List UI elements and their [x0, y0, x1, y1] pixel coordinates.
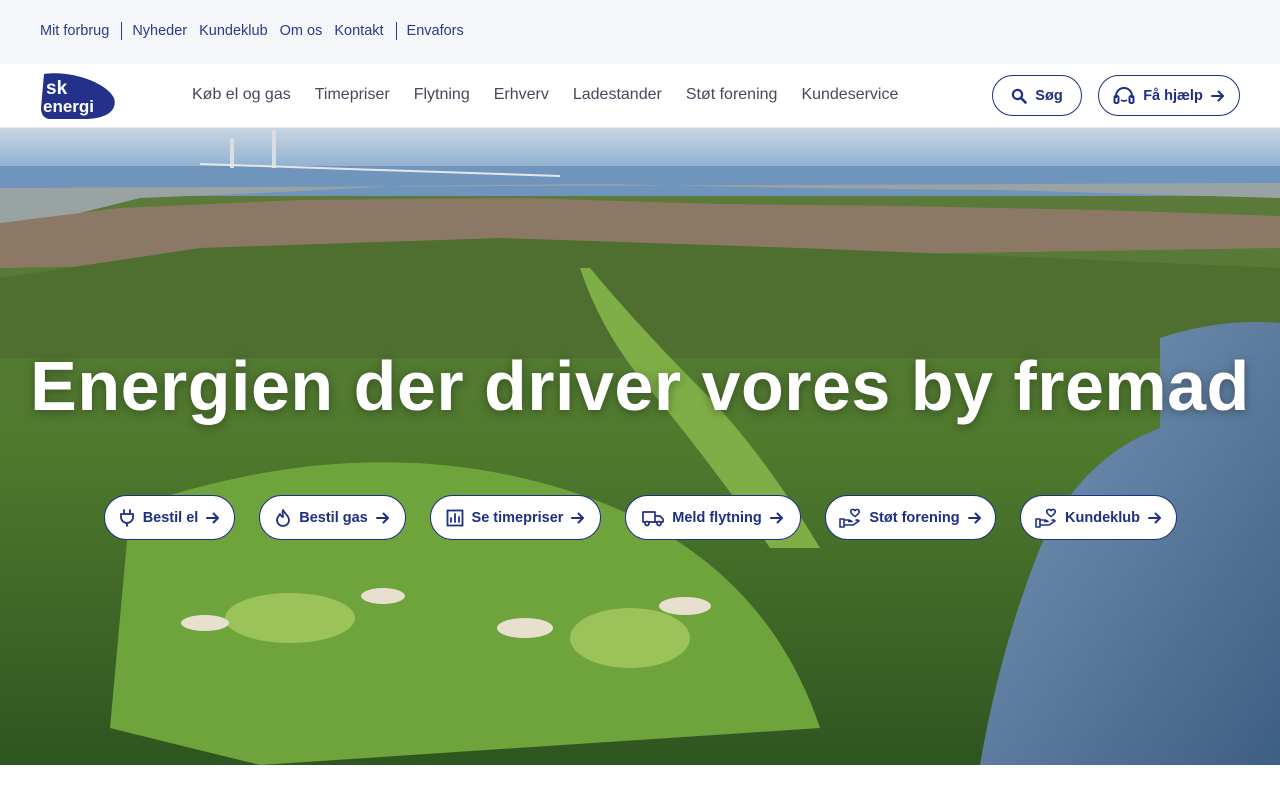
- nav-item-kundeservice[interactable]: Kundeservice: [801, 86, 898, 104]
- meld-flytning-label: Meld flytning: [672, 509, 762, 526]
- link-mit-forbrug[interactable]: Mit forbrug: [40, 23, 109, 39]
- stoet-forening-button[interactable]: Støt forening: [825, 495, 996, 540]
- link-envafors[interactable]: Envafors: [407, 23, 464, 39]
- moving-truck-icon: [642, 510, 665, 526]
- logo-line1: sk: [46, 78, 68, 99]
- kundeklub-label: Kundeklub: [1065, 509, 1140, 526]
- nav-item-koeb-el-og-gas[interactable]: Køb el og gas: [192, 86, 291, 104]
- nav-item-flytning[interactable]: Flytning: [414, 86, 470, 104]
- bestil-gas-button[interactable]: Bestil gas: [259, 495, 406, 540]
- utility-links: Mit forbrug Nyheder Kundeklub Om os Kont…: [40, 22, 476, 40]
- hero-title: Energien der driver vores by fremad: [30, 347, 1250, 425]
- search-button[interactable]: Søg: [992, 75, 1082, 116]
- link-nyheder[interactable]: Nyheder: [132, 23, 187, 39]
- search-icon: [1012, 88, 1028, 104]
- headset-icon: [1113, 86, 1135, 104]
- arrow-right-icon: [206, 512, 220, 523]
- arrow-right-icon: [1147, 512, 1161, 523]
- nav-item-timepriser[interactable]: Timepriser: [315, 86, 390, 104]
- logo-icon: sk energi: [41, 73, 115, 119]
- nav-item-stoet-forening[interactable]: Støt forening: [686, 86, 778, 104]
- logo-line2: energi: [43, 97, 94, 116]
- bar-chart-icon: [446, 509, 463, 526]
- hero-aerial-photo: [0, 128, 1280, 765]
- main-navbar: sk energi Køb el og gas Timepriser Flytn…: [0, 64, 1280, 128]
- nav-item-erhverv[interactable]: Erhverv: [494, 86, 549, 104]
- arrow-right-icon: [1210, 90, 1224, 101]
- arrow-right-icon: [967, 512, 981, 523]
- bestil-gas-label: Bestil gas: [299, 509, 368, 526]
- flame-icon: [276, 508, 291, 527]
- link-kontakt[interactable]: Kontakt: [334, 23, 383, 39]
- se-timepriser-button[interactable]: Se timepriser: [430, 495, 601, 540]
- arrow-right-icon: [375, 512, 389, 523]
- divider: [121, 22, 123, 40]
- link-kundeklub[interactable]: Kundeklub: [199, 23, 268, 39]
- search-label: Søg: [1035, 87, 1063, 104]
- hand-heart-icon: [839, 508, 861, 528]
- arrow-right-icon: [571, 512, 585, 523]
- meld-flytning-button[interactable]: Meld flytning: [625, 495, 801, 540]
- link-om-os[interactable]: Om os: [280, 23, 323, 39]
- sk-energi-logo[interactable]: sk energi: [40, 72, 116, 120]
- kundeklub-button[interactable]: Kundeklub: [1020, 495, 1177, 540]
- hand-heart-icon: [1035, 508, 1057, 528]
- stoet-forening-label: Støt forening: [869, 509, 960, 526]
- arrow-right-icon: [769, 512, 783, 523]
- utility-bar: Mit forbrug Nyheder Kundeklub Om os Kont…: [0, 0, 1280, 64]
- main-menu: Køb el og gas Timepriser Flytning Erhver…: [192, 86, 922, 104]
- help-label: Få hjælp: [1143, 87, 1203, 104]
- plug-icon: [119, 508, 134, 527]
- help-button[interactable]: Få hjælp: [1098, 75, 1240, 116]
- bestil-el-label: Bestil el: [142, 509, 199, 526]
- bestil-el-button[interactable]: Bestil el: [104, 495, 235, 540]
- nav-item-ladestander[interactable]: Ladestander: [573, 86, 662, 104]
- divider: [395, 22, 397, 40]
- hero-section: Energien der driver vores by fremad Best…: [0, 128, 1280, 765]
- se-timepriser-label: Se timepriser: [471, 509, 564, 526]
